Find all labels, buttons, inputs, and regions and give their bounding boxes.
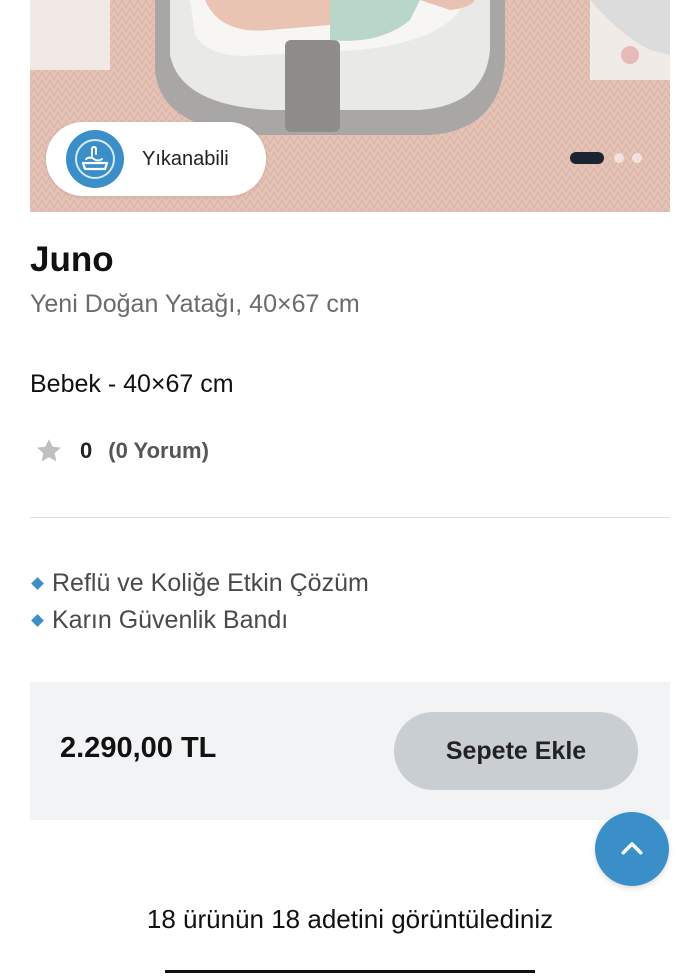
results-count-text: 18 ürünün 18 adetini görüntülediniz <box>146 904 554 934</box>
rating-value: 0 <box>80 438 93 463</box>
section-divider <box>30 517 670 518</box>
diamond-bullet-icon <box>31 614 44 627</box>
product-rating[interactable]: 0 (0 Yorum) <box>34 436 209 466</box>
washable-badge: Yıkanabili <box>46 122 266 196</box>
chevron-up-icon <box>621 842 643 855</box>
review-count[interactable]: (0 Yorum) <box>108 438 209 464</box>
diamond-bullet-icon <box>31 577 44 590</box>
washable-icon <box>66 130 124 188</box>
feature-text: Karın Güvenlik Bandı <box>52 606 289 634</box>
progress-line <box>165 970 535 973</box>
scroll-to-top-button[interactable] <box>595 812 669 886</box>
feature-item: Reflü ve Koliğe Etkin Çözüm <box>30 565 369 602</box>
feature-text: Reflü ve Koliğe Etkin Çözüm <box>52 569 369 597</box>
carousel-dot-active[interactable] <box>570 152 604 164</box>
star-icon <box>37 439 61 462</box>
purchase-bar: 2.290,00 TL Sepete Ekle <box>30 682 670 820</box>
product-price: 2.290,00 TL <box>60 732 217 764</box>
feature-list: Reflü ve Koliğe Etkin Çözüm Karın Güvenl… <box>30 565 369 639</box>
washable-badge-label: Yıkanabili <box>142 148 229 170</box>
feature-item: Karın Güvenlik Bandı <box>30 602 369 639</box>
product-subtitle: Yeni Doğan Yatağı, 40×67 cm <box>30 290 360 318</box>
product-image-carousel[interactable]: Yıkanabili <box>30 0 670 212</box>
add-to-cart-button[interactable]: Sepete Ekle <box>394 712 638 790</box>
product-variant: Bebek - 40×67 cm <box>30 370 234 398</box>
product-title[interactable]: Juno <box>30 240 114 280</box>
carousel-dot[interactable] <box>614 153 624 163</box>
carousel-dot[interactable] <box>632 153 642 163</box>
